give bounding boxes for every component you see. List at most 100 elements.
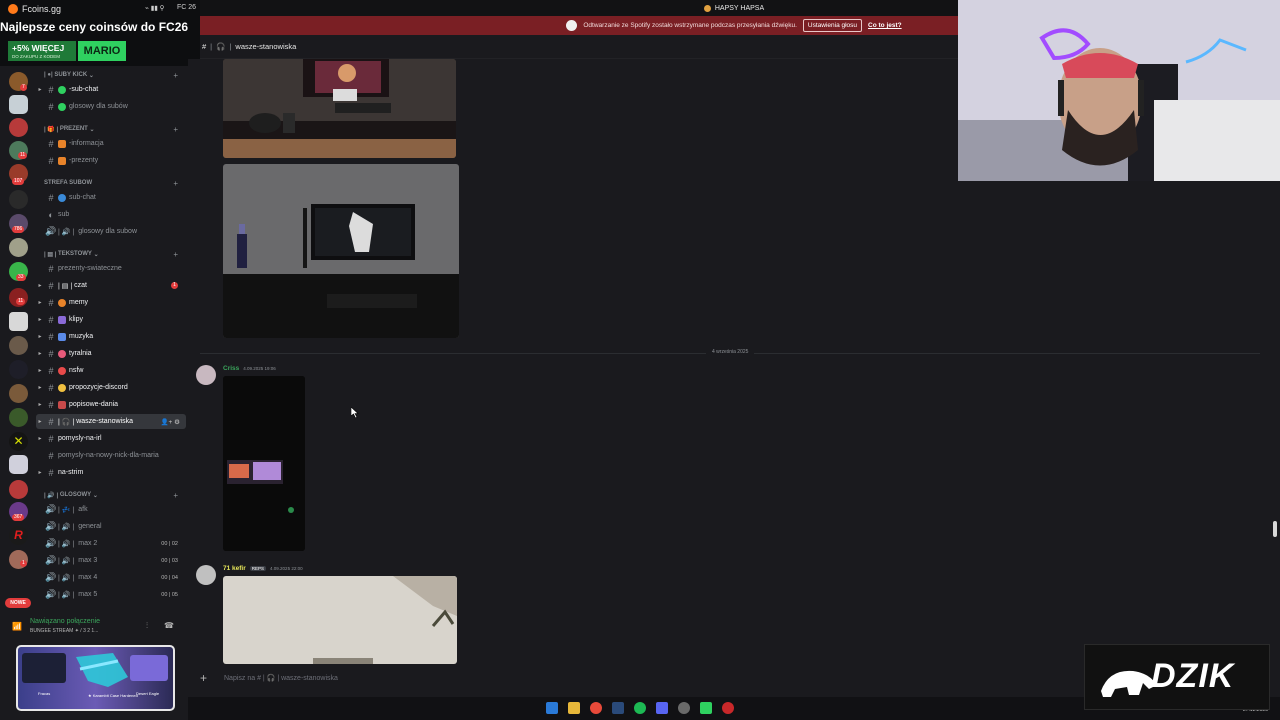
channel-prezenty-swiateczne[interactable]: # prezenty-swiateczne <box>36 261 186 276</box>
spotify-icon[interactable] <box>634 702 646 714</box>
server-icon[interactable] <box>9 336 28 355</box>
user-limit: 00 | 02 <box>161 540 178 547</box>
add-channel-icon[interactable]: + <box>173 179 178 188</box>
hash-icon: # <box>48 331 54 342</box>
voice-icon: ◐ <box>48 209 54 220</box>
avatar[interactable] <box>196 365 216 385</box>
promo-bonus: +5% WIĘCEJ <box>12 43 65 53</box>
shield-app-icon[interactable] <box>722 702 734 714</box>
server-icon[interactable] <box>9 190 28 209</box>
channel-memy[interactable]: ▸ # memy <box>36 295 186 310</box>
add-attachment-icon[interactable]: + <box>200 671 212 685</box>
hash-icon: # <box>48 101 54 112</box>
file-explorer-icon[interactable] <box>568 702 580 714</box>
add-channel-icon[interactable]: + <box>173 71 178 80</box>
server-icon[interactable] <box>9 360 28 379</box>
server-icon[interactable] <box>9 408 28 427</box>
category-strefa-subow[interactable]: STREFA SUBOW + <box>44 177 184 189</box>
attachment-image[interactable] <box>223 376 305 551</box>
noise-suppression-icon[interactable]: ⫶ <box>146 621 148 631</box>
add-channel-icon[interactable]: + <box>173 491 178 500</box>
speaker-icon: 🔊 <box>45 504 57 514</box>
date-divider: 4 września 2025 <box>200 349 1260 355</box>
server-icon[interactable]: ✕ <box>9 432 28 451</box>
hash-icon: # <box>48 399 54 410</box>
emoji-icon <box>58 349 66 358</box>
server-icon[interactable] <box>9 95 28 114</box>
voice-channel-max2[interactable]: 🔊 | 🔊 | max 2 00 | 02 <box>36 536 186 551</box>
arrow-icon: ▸ <box>38 368 42 374</box>
hash-icon: # <box>48 314 54 325</box>
add-channel-icon[interactable]: + <box>173 125 178 134</box>
signal-icon[interactable]: 📶 <box>12 622 22 631</box>
attachment-image[interactable] <box>223 59 456 158</box>
channel-muzyka[interactable]: ▸ # muzyka <box>36 329 186 344</box>
voice-channel-max3[interactable]: 🔊 | 🔊 | max 3 00 | 03 <box>36 553 186 568</box>
scrollbar-thumb[interactable] <box>1273 521 1277 537</box>
channel-pomysly-nick[interactable]: # pomysly-na-nowy-nick-dla-maria <box>36 448 186 463</box>
server-icon[interactable] <box>9 480 28 499</box>
channel-pomysly-na-irl[interactable]: ▸ # pomysly-na-irl <box>36 431 186 446</box>
server-icon[interactable] <box>9 118 28 137</box>
channel-czat[interactable]: ▸ # | ▤ | czat 1 <box>36 278 186 293</box>
server-icon[interactable] <box>9 312 28 331</box>
promo-code: MARIO <box>78 41 126 61</box>
arrow-icon: ▸ <box>38 317 42 323</box>
kick-app-icon[interactable] <box>700 702 712 714</box>
server-icon[interactable] <box>9 455 28 474</box>
room-photo <box>223 576 457 664</box>
username[interactable]: Criss <box>223 365 239 372</box>
username[interactable]: 71 kefir <box>223 565 246 572</box>
new-badge[interactable]: NOWE <box>5 598 31 608</box>
attachment-image[interactable] <box>223 164 459 338</box>
hash-icon: # <box>48 467 54 478</box>
category-prezent[interactable]: | 🎁 | PREZENT ⌄ + <box>44 123 184 135</box>
channel-popisowe-dania[interactable]: ▸ # popisowe-dania <box>36 397 186 412</box>
arrow-icon: ▸ <box>38 87 42 93</box>
discord-icon[interactable] <box>656 702 668 714</box>
category-suby-kick[interactable]: | ●| SUBY KICK ⌄ + <box>44 69 184 81</box>
channel-klipy[interactable]: ▸ # klipy <box>36 312 186 327</box>
speaker-icon: 🔊 <box>45 538 57 548</box>
chrome-icon[interactable] <box>590 702 602 714</box>
voice-status[interactable]: Nawiązano połączenie <box>30 618 100 625</box>
composer-placeholder[interactable]: Napisz na # | 🎧 | wasze-stanowiska <box>224 674 338 682</box>
channel-sub-chat-kick[interactable]: ▸ # -sub-chat <box>36 82 186 97</box>
channel-na-strim[interactable]: ▸ # na-strim <box>36 465 186 480</box>
hash-icon: # <box>48 433 54 444</box>
attachment-image[interactable] <box>223 576 457 664</box>
settings-app-icon[interactable] <box>678 702 690 714</box>
channel-prezenty[interactable]: # -prezenty <box>36 153 186 168</box>
avatar[interactable] <box>196 565 216 585</box>
channel-sub-chat[interactable]: # sub-chat <box>36 190 186 205</box>
fcoins-logo <box>8 4 18 14</box>
steam-icon[interactable] <box>612 702 624 714</box>
category-tekstowy[interactable]: | ▤ | TEKSTOWY ⌄ + <box>44 248 184 260</box>
add-channel-icon[interactable]: + <box>173 250 178 259</box>
windows-start-icon[interactable] <box>546 702 558 714</box>
channel-nsfw[interactable]: ▸ # nsfw <box>36 363 186 378</box>
disconnect-icon[interactable]: ☎ <box>164 621 174 630</box>
channel-glosowy-dla-subow[interactable]: 🔊 | 🔊 | glosowy dla subow <box>36 224 186 239</box>
voice-channel-afk[interactable]: 🔊 | 💤 | afk <box>36 502 186 517</box>
voice-channel-max5[interactable]: 🔊 | 🔊 | max 5 00 | 05 <box>36 587 186 602</box>
skin-ad-card[interactable]: Fracas ★ Karambit Case Hardened Desert E… <box>16 645 175 711</box>
voice-channel-general[interactable]: 🔊 | 🔊 | general <box>36 519 186 534</box>
channel-glosowy-subow[interactable]: # glosowy dla subów <box>36 99 186 114</box>
server-icon[interactable] <box>9 238 28 257</box>
what-is-this-link[interactable]: Co to jest? <box>868 22 902 29</box>
category-glosowy[interactable]: | 🔊 | GLOSOWY ⌄ + <box>44 489 184 501</box>
voice-settings-button[interactable]: Ustawienia głosu <box>802 19 863 32</box>
hash-icon: # <box>48 382 54 393</box>
channel-propozycje-discord[interactable]: ▸ # propozycje-discord <box>36 380 186 395</box>
window-title: HAPSY HAPSA <box>714 4 765 12</box>
channel-wasze-stanowiska[interactable]: ▸ # | 🎧 | wasze-stanowiska 👤+ ⚙ <box>36 414 186 429</box>
channel-informacja[interactable]: # -informacja <box>36 136 186 151</box>
channel-sub[interactable]: ◐ sub <box>36 207 186 222</box>
channel-settings-icons[interactable]: 👤+ ⚙ <box>160 418 180 426</box>
voice-channel-max4[interactable]: 🔊 | 🔊 | max 4 00 | 04 <box>36 570 186 585</box>
server-icon[interactable] <box>9 384 28 403</box>
server-icon[interactable]: R <box>9 526 28 545</box>
channel-tyralnia[interactable]: ▸ # tyralnia <box>36 346 186 361</box>
hash-icon: # <box>48 192 54 203</box>
